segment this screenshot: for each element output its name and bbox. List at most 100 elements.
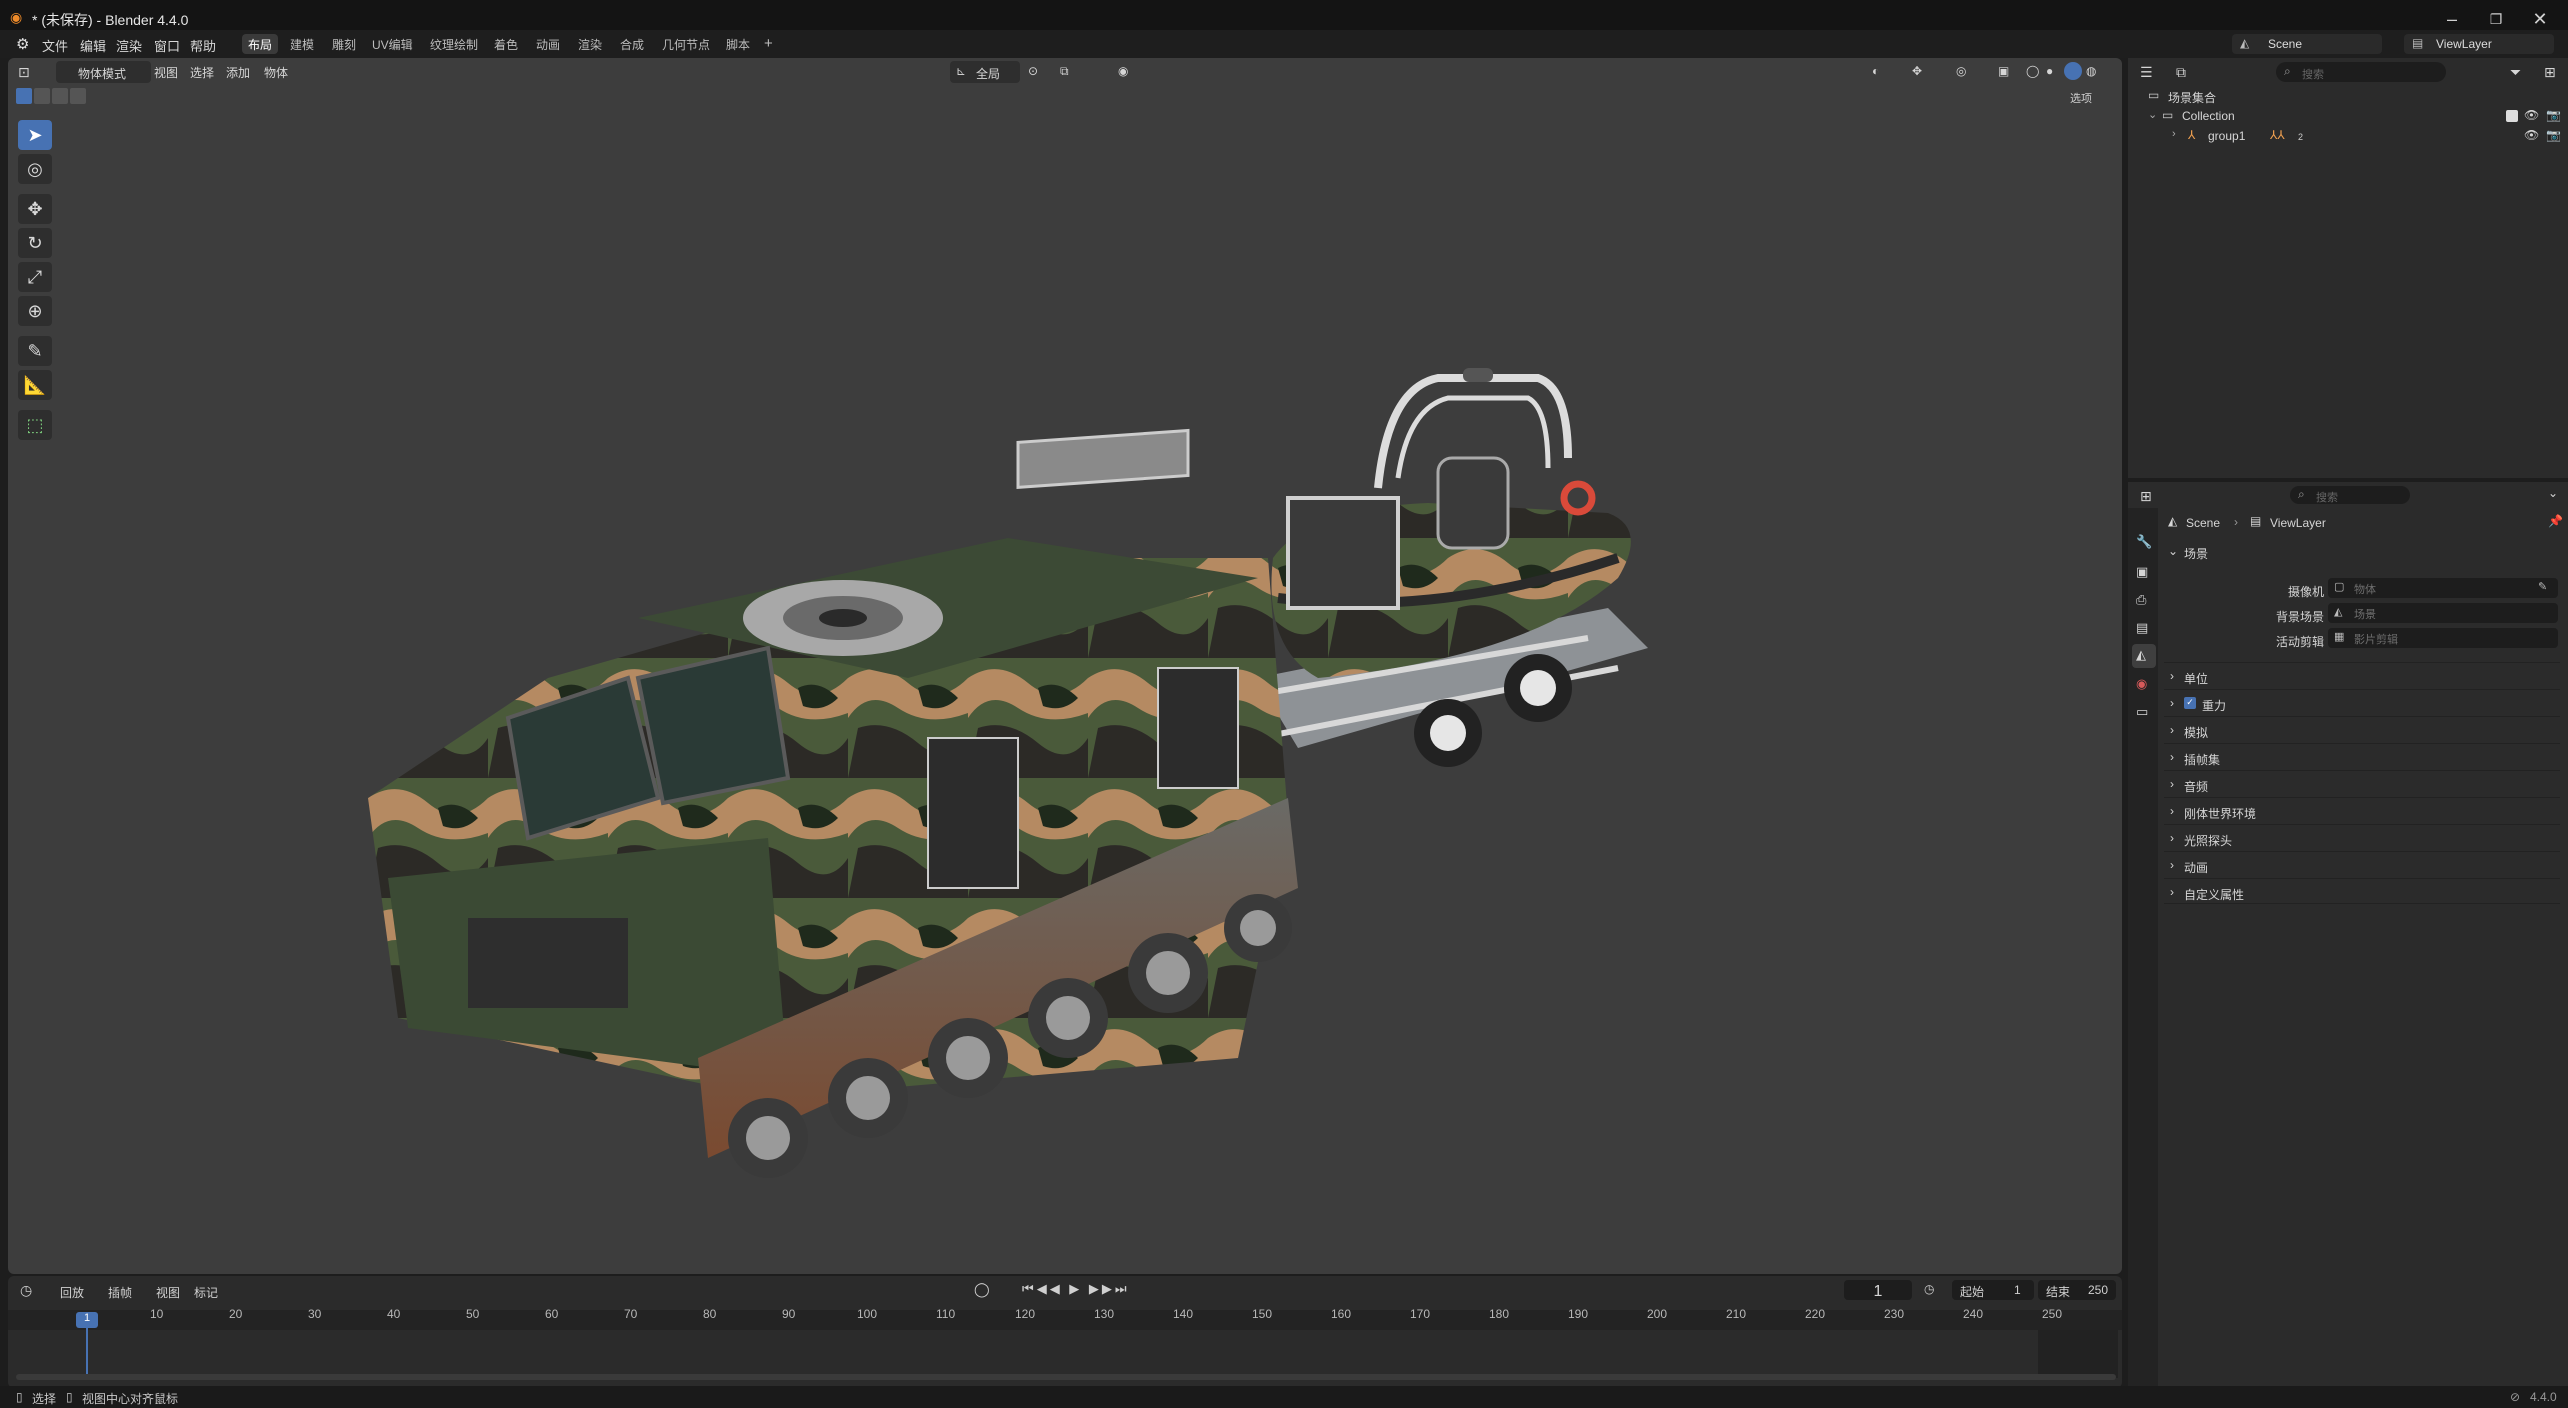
playhead[interactable]: 1 xyxy=(76,1312,98,1328)
view-layer-selector[interactable]: ▤ ViewLayer xyxy=(2404,34,2554,54)
editor-type-icon[interactable]: ⊡ xyxy=(18,64,30,81)
tool-tab-icon[interactable]: 🔧 xyxy=(2136,534,2152,550)
viewport-menu-view[interactable]: 视图 xyxy=(154,64,178,81)
gravity-checkbox[interactable]: ✓ xyxy=(2184,697,2196,709)
new-collection-icon[interactable]: ⊞ xyxy=(2544,64,2556,81)
proportional-edit-icon[interactable]: ◉ xyxy=(1118,64,1128,78)
select-subtract-icon[interactable] xyxy=(52,88,68,104)
menu-help[interactable]: 帮助 xyxy=(190,36,216,55)
menu-edit[interactable]: 编辑 xyxy=(80,36,106,55)
transform-orientation-selector[interactable]: ⊾ 全局 xyxy=(950,61,1020,83)
timeline-menu-view[interactable]: 视图 xyxy=(156,1284,180,1301)
eye-icon[interactable]: 👁 xyxy=(2524,128,2539,142)
tab-shading[interactable]: 着色 xyxy=(488,34,524,54)
timeline-menu-marker[interactable]: 标记 xyxy=(194,1284,218,1301)
shading-material-icon[interactable] xyxy=(2064,62,2082,80)
filter-icon[interactable]: ⏷ xyxy=(2510,64,2521,81)
chevron-right-icon[interactable]: › xyxy=(2172,128,2176,140)
viewport-menu-object[interactable]: 物体 xyxy=(264,64,288,81)
properties-options-icon[interactable]: ⌄ xyxy=(2548,486,2558,500)
xray-icon[interactable]: ▣ xyxy=(1998,64,2009,78)
pin-icon[interactable]: 📌 xyxy=(2548,514,2563,528)
eye-icon[interactable]: 👁 xyxy=(2524,108,2539,122)
scene-selector[interactable]: ◭ Scene xyxy=(2232,34,2382,54)
tab-uv-editing[interactable]: UV编辑 xyxy=(366,34,419,54)
properties-search-input[interactable]: ⌕ 搜索 xyxy=(2290,486,2410,504)
scene-tab-icon[interactable]: ◭ xyxy=(2132,644,2156,668)
properties-editor-type-icon[interactable]: ⊞ xyxy=(2140,488,2152,505)
gizmo-icon[interactable]: ✥ xyxy=(1912,64,1922,78)
camera-field[interactable]: ▢ 物体 ✎ xyxy=(2328,578,2558,598)
tab-geometry-nodes[interactable]: 几何节点 xyxy=(656,34,716,54)
shading-solid-icon[interactable]: ● xyxy=(2046,64,2053,78)
tree-row-scene-collection[interactable]: ▭ 场景集合 xyxy=(2128,86,2568,106)
outliner-panel[interactable]: ☰ ⧉ ⌕ 搜索 ⏷ ⊞ ▭ 场景集合 ⌄ ▭ Collection 👁 📷 ›… xyxy=(2128,58,2568,478)
panel-custom-properties[interactable]: › 自定义属性 xyxy=(2164,878,2560,904)
visibility-icon[interactable]: ◐ xyxy=(1872,64,1879,78)
world-tab-icon[interactable]: ◉ xyxy=(2136,676,2147,692)
viewport-menu-add[interactable]: 添加 xyxy=(226,64,250,81)
eyedropper-icon[interactable]: ✎ xyxy=(2538,580,2547,593)
notifications-icon[interactable]: ⊘ xyxy=(2510,1390,2520,1404)
tree-row-collection[interactable]: ⌄ ▭ Collection 👁 📷 xyxy=(2128,106,2568,126)
camera-render-icon[interactable]: 📷 xyxy=(2546,128,2561,142)
auto-keying-icon[interactable]: ◯ xyxy=(974,1281,990,1298)
tab-animation[interactable]: 动画 xyxy=(530,34,566,54)
exclude-checkbox[interactable] xyxy=(2506,110,2518,122)
scene-panel-header[interactable]: ⌄ 场景 xyxy=(2164,540,2560,564)
background-scene-field[interactable]: ◭ 场景 xyxy=(2328,603,2558,623)
start-frame-field[interactable]: 起始 1 xyxy=(1952,1280,2034,1300)
timeline-editor[interactable]: ◷ 回放 插帧 视图 标记 ◯ ⏮◀◀ ▶ ▶▶⏭ 1 ◷ 起始 1 结束 25… xyxy=(8,1276,2122,1388)
playback-controls-icon[interactable]: ⏮◀◀ ▶ ▶▶⏭ xyxy=(1022,1281,1130,1297)
annotate-tool-icon[interactable]: ✎ xyxy=(18,336,52,366)
tree-row-group1[interactable]: › ⅄ group1 ⅄⅄ 2 👁 📷 xyxy=(2128,126,2568,146)
timeline-menu-keying[interactable]: 插帧 xyxy=(108,1284,132,1301)
mode-selector[interactable]: 物体模式 xyxy=(56,61,151,83)
chevron-down-icon[interactable]: ⌄ xyxy=(2148,108,2157,121)
display-mode-icon[interactable]: ⧉ xyxy=(2176,64,2186,81)
tab-sculpting[interactable]: 雕刻 xyxy=(326,34,362,54)
overlays-icon[interactable]: ◎ xyxy=(1956,64,1966,78)
menu-window[interactable]: 窗口 xyxy=(154,36,180,55)
panel-keying-sets[interactable]: › 插帧集 xyxy=(2164,743,2560,769)
output-tab-icon[interactable]: ⎙ xyxy=(2136,592,2146,608)
tab-texture-paint[interactable]: 纹理绘制 xyxy=(424,34,484,54)
add-cube-tool-icon[interactable]: ⬚ xyxy=(18,410,52,440)
cursor-tool-icon[interactable]: ◎ xyxy=(18,154,52,184)
tab-modeling[interactable]: 建模 xyxy=(284,34,320,54)
panel-simulation[interactable]: › 模拟 xyxy=(2164,716,2560,742)
viewport-menu-select[interactable]: 选择 xyxy=(190,64,214,81)
snap-icon[interactable]: ⧉ xyxy=(1060,64,1069,79)
rotate-tool-icon[interactable]: ↻ xyxy=(18,228,52,258)
panel-animation[interactable]: › 动画 xyxy=(2164,851,2560,877)
blender-menu-icon[interactable]: ⚙ xyxy=(16,35,29,53)
select-box-tool-icon[interactable]: ➤ xyxy=(18,120,52,150)
outliner-search-input[interactable]: ⌕ 搜索 xyxy=(2276,62,2446,82)
tab-layout[interactable]: 布局 xyxy=(242,34,279,54)
timeline-editor-type-icon[interactable]: ◷ xyxy=(20,1282,32,1299)
outliner-editor-type-icon[interactable]: ☰ xyxy=(2140,64,2153,81)
move-tool-icon[interactable]: ✥ xyxy=(18,194,52,224)
tab-compositing[interactable]: 合成 xyxy=(614,34,650,54)
transform-tool-icon[interactable]: ⊕ xyxy=(18,296,52,326)
panel-light-probes[interactable]: › 光照探头 xyxy=(2164,824,2560,850)
current-frame-field[interactable]: 1 xyxy=(1844,1280,1912,1300)
properties-panel[interactable]: ⊞ ⌕ 搜索 ⌄ 🔧 ▣ ⎙ ▤ ◭ ◉ ▭ ◭ Scene › ▤ ViewL… xyxy=(2128,482,2568,1388)
panel-rigid-body-world[interactable]: › 刚体世界环境 xyxy=(2164,797,2560,823)
select-invert-icon[interactable] xyxy=(70,88,86,104)
panel-audio[interactable]: › 音频 xyxy=(2164,770,2560,796)
shading-wireframe-icon[interactable]: ◯ xyxy=(2026,64,2039,78)
scale-tool-icon[interactable]: ⤢ xyxy=(18,262,52,292)
menu-file[interactable]: 文件 xyxy=(42,36,68,55)
panel-gravity[interactable]: › ✓ 重力 xyxy=(2164,689,2560,715)
menu-render[interactable]: 渲染 xyxy=(116,36,142,55)
timeline-scrollbar[interactable] xyxy=(16,1374,2116,1380)
active-clip-field[interactable]: ▦ 影片剪辑 xyxy=(2328,628,2558,648)
measure-tool-icon[interactable]: 📐 xyxy=(18,370,52,400)
timeline-menu-playback[interactable]: 回放 xyxy=(60,1284,84,1301)
select-extend-icon[interactable] xyxy=(34,88,50,104)
panel-units[interactable]: › 单位 xyxy=(2164,662,2560,688)
end-frame-field[interactable]: 结束 250 xyxy=(2038,1280,2116,1300)
select-new-icon[interactable] xyxy=(16,88,32,104)
add-workspace-icon[interactable]: + xyxy=(764,35,773,52)
